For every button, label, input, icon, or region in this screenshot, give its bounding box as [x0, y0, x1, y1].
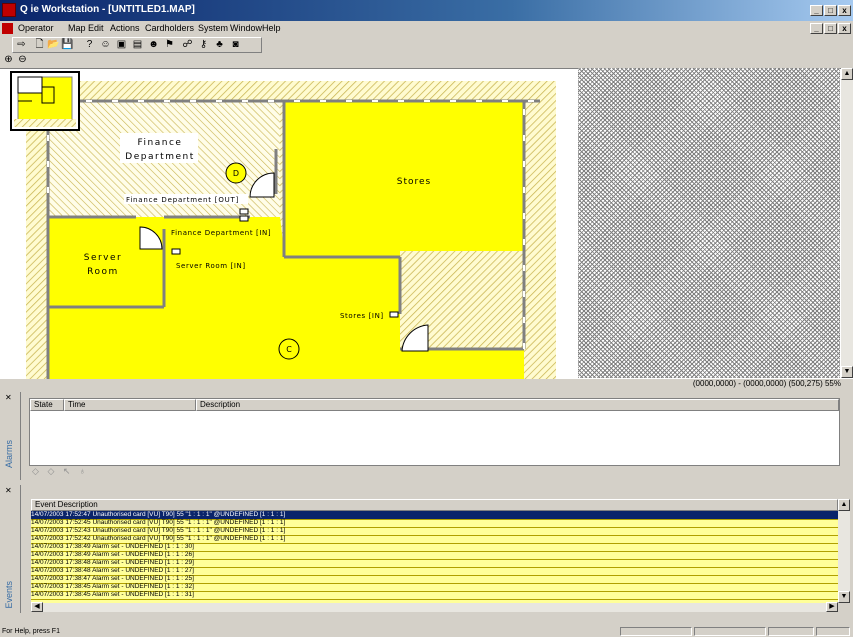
door-label-finance-out: Finance Department [OUT] — [126, 196, 239, 204]
alarms-column-time[interactable]: Time — [64, 399, 196, 411]
alarm-action-icons[interactable]: ◇ ◇ ↖ ♁ — [32, 466, 89, 477]
status-pane-3 — [768, 627, 814, 636]
tree-icon[interactable]: ♣ — [213, 39, 226, 51]
events-panel: ✕ Events Event Description 14/07/2003 17… — [0, 485, 853, 613]
close-button[interactable]: x — [838, 5, 851, 16]
zoom-out-icon[interactable]: ⊖ — [16, 54, 29, 66]
finance-label-2: Department — [125, 152, 194, 162]
events-close-icon[interactable]: ✕ — [5, 486, 12, 495]
minimize-button[interactable]: _ — [810, 5, 823, 16]
main-toolbar: ⇨ 🗋 📂 💾 ? ☺ ▣ ▤ ☻ ⚑ ☍ ⚷ ♣ ◙ — [12, 37, 262, 53]
floor-plan[interactable]: Finance Department Stores Server Room Fi… — [0, 69, 578, 379]
flag-icon[interactable]: ⚑ — [163, 39, 176, 51]
mdi-close-button[interactable]: x — [838, 23, 851, 34]
alarms-column-state[interactable]: State — [30, 399, 64, 411]
events-vertical-scrollbar[interactable]: ▲ ▼ — [838, 499, 850, 603]
menu-help[interactable]: Help — [262, 23, 281, 33]
coordinate-bar: (0000,0000) - (0000,0000) (500,275) 55% — [0, 379, 853, 390]
events-sidebar: ✕ Events — [0, 485, 21, 613]
stores-label: Stores — [397, 177, 431, 187]
zoom-in-icon[interactable]: ⊕ — [2, 54, 15, 66]
open-icon[interactable]: 📂 — [47, 39, 60, 51]
status-pane-1 — [620, 627, 692, 636]
cardholder-icon[interactable]: ☺ — [99, 39, 112, 51]
status-pane-2 — [694, 627, 766, 636]
map-overview-thumbnail[interactable] — [10, 71, 80, 131]
app-icon[interactable] — [2, 3, 16, 17]
clear-icon[interactable]: ◇ — [47, 466, 57, 476]
alarms-list[interactable]: State Time Description — [29, 398, 840, 466]
events-scroll-down-icon[interactable]: ▼ — [838, 591, 850, 603]
alarms-tab-label[interactable]: Alarms — [4, 440, 14, 468]
document-icon[interactable] — [2, 23, 13, 34]
door-icon[interactable]: ▤ — [131, 39, 144, 51]
events-list[interactable]: 14/07/2003 17:52:47 Unauthorised card [V… — [31, 511, 838, 603]
status-help-text: For Help, press F1 — [2, 628, 60, 635]
door-label-finance-in: Finance Department [IN] — [171, 229, 271, 237]
status-pane-4 — [816, 627, 850, 636]
menu-edit[interactable]: Edit — [88, 23, 104, 33]
save-icon[interactable]: 💾 — [61, 39, 74, 51]
scroll-down-icon[interactable]: ▼ — [841, 366, 853, 378]
alarms-sidebar: ✕ Alarms — [0, 392, 21, 480]
menu-map[interactable]: Map — [68, 23, 86, 33]
events-horizontal-scrollbar[interactable]: ◀ ▶ — [31, 602, 838, 612]
alarms-close-icon[interactable]: ✕ — [5, 393, 12, 402]
window-title: Q ie Workstation - [UNTITLED1.MAP] — [20, 4, 195, 15]
menu-cardholders[interactable]: Cardholders — [145, 23, 194, 33]
door-label-stores-in: Stores [IN] — [340, 312, 384, 320]
svg-text:D: D — [233, 169, 239, 178]
zoom-toolbar: ⊕ ⊖ — [0, 54, 853, 68]
camera-icon[interactable]: ◙ — [229, 39, 242, 51]
acknowledge-icon[interactable]: ◇ — [32, 466, 42, 476]
stores-room — [284, 101, 524, 251]
menu-system[interactable]: System — [198, 23, 228, 33]
events-tab-label[interactable]: Events — [4, 581, 14, 609]
info-icon[interactable]: ♁ — [79, 466, 89, 476]
key-icon[interactable]: ⚷ — [197, 39, 210, 51]
map-vertical-scrollbar[interactable]: ▲ ▼ — [841, 68, 853, 378]
events-scroll-right-icon[interactable]: ▶ — [826, 602, 838, 612]
menu-bar: Operator Map Edit Actions Cardholders Sy… — [0, 21, 853, 36]
menu-operator[interactable]: Operator — [18, 23, 54, 33]
maximize-button[interactable]: □ — [824, 5, 837, 16]
status-bar: For Help, press F1 — [0, 627, 853, 637]
logoff-icon[interactable]: ⇨ — [15, 39, 28, 51]
server-label-1: Server — [84, 253, 123, 263]
menu-actions[interactable]: Actions — [110, 23, 140, 33]
reader-icon[interactable]: ▣ — [115, 39, 128, 51]
alarms-column-description[interactable]: Description — [196, 399, 839, 411]
door-label-server-in: Server Room [IN] — [176, 262, 246, 270]
mdi-minimize-button[interactable]: _ — [810, 23, 823, 34]
alarms-panel: ✕ Alarms State Time Description ◇ ◇ ↖ ♁ — [0, 392, 853, 480]
links-icon[interactable]: ☍ — [181, 39, 194, 51]
help-icon[interactable]: ? — [83, 39, 96, 51]
new-icon[interactable]: 🗋 — [33, 39, 46, 51]
user-icon[interactable]: ☻ — [147, 39, 160, 51]
scroll-up-icon[interactable]: ▲ — [841, 68, 853, 80]
coordinate-readout: (0000,0000) - (0000,0000) (500,275) 55% — [692, 379, 841, 388]
menu-window[interactable]: Window — [230, 23, 262, 33]
events-scroll-left-icon[interactable]: ◀ — [31, 602, 43, 612]
events-column-description[interactable]: Event Description — [31, 499, 838, 511]
finance-label-1: Finance — [138, 138, 183, 148]
server-label-2: Room — [87, 267, 119, 277]
mdi-maximize-button[interactable]: □ — [824, 23, 837, 34]
map-background-hatch — [578, 68, 840, 378]
svg-text:C: C — [286, 345, 292, 354]
events-scroll-up-icon[interactable]: ▲ — [838, 499, 850, 511]
title-bar: Q ie Workstation - [UNTITLED1.MAP] _ □ x — [0, 0, 853, 21]
event-row[interactable]: 14/07/2003 17:38:45 Alarm set - UNDEFINE… — [31, 591, 838, 600]
respond-icon[interactable]: ↖ — [63, 466, 74, 476]
